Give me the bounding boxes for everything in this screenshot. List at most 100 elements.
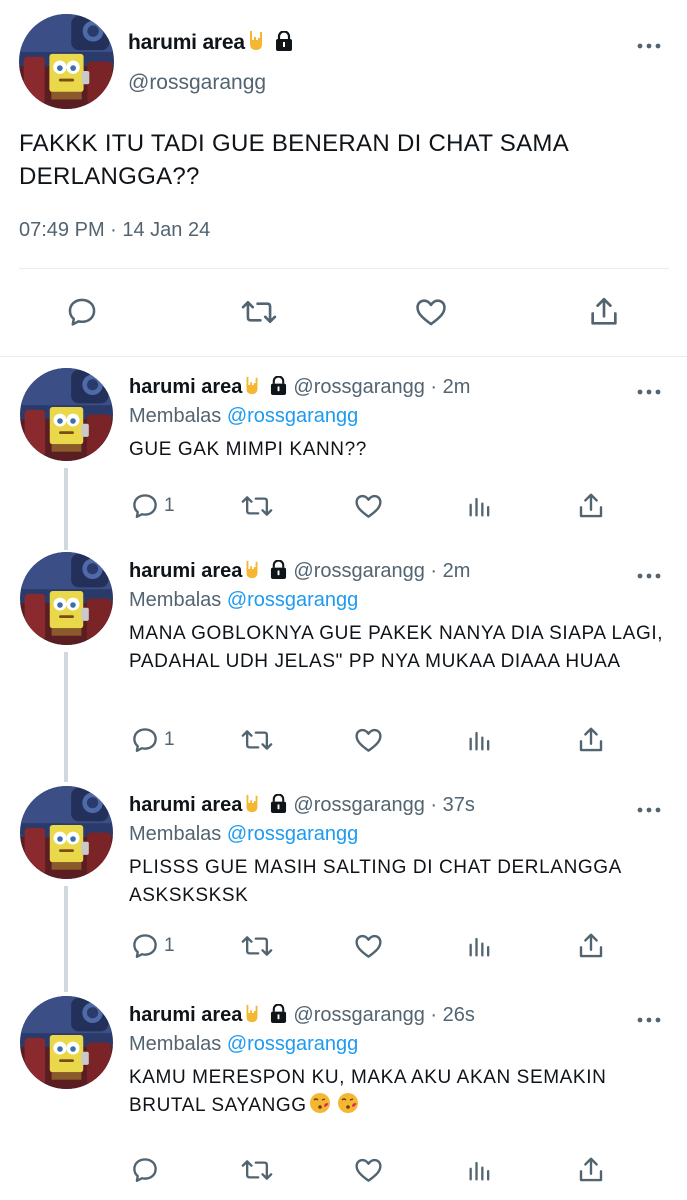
tweet-text: PLISSS GUE MASIH SALTING DI CHAT DERLANG… [129,857,621,906]
reply-button[interactable]: 1 [130,488,175,524]
tweet-text-body: KAMU MERESPON KU, MAKA AKU AKAN SEMAKIN … [129,1067,607,1116]
analytics-icon[interactable] [466,722,494,758]
tweet-actions: 1 [0,488,687,524]
replying-prefix: Membalas [129,1033,227,1055]
relative-time[interactable]: 2m [443,560,471,582]
replying-prefix: Membalas [129,823,227,845]
replying-to: Membalas @rossgarangg [129,1033,358,1056]
display-name[interactable]: harumi area [129,1004,242,1026]
display-name[interactable]: harumi area [129,794,242,816]
share-icon[interactable] [576,928,606,964]
lock-icon [275,30,293,57]
like-icon[interactable] [353,928,384,964]
horns-emoji-icon [242,792,262,820]
reply-tweet[interactable]: harumi area @rossgarangg · 2m Membalas @r… [0,552,687,772]
avatar[interactable] [20,552,113,645]
reply-tweet[interactable]: harumi area @rossgarangg · 37s Membalas @… [0,786,687,978]
tweet-text: KAMU MERESPON KU, MAKA AKU AKAN SEMAKIN … [129,1064,674,1123]
more-options-icon[interactable] [637,568,661,586]
retweet-icon[interactable] [241,488,273,524]
relative-time[interactable]: 37s [443,794,475,816]
reply-header: harumi area @rossgarangg · 37s [129,792,475,820]
kissing-face-emoji-icon [337,1092,359,1123]
horns-emoji-icon [245,28,267,58]
retweet-icon[interactable] [241,1152,273,1188]
lock-icon [270,793,287,819]
separator-dot: · [424,560,443,582]
relative-time[interactable]: 2m [443,376,471,398]
lock-icon [270,375,287,401]
analytics-icon[interactable] [466,488,494,524]
replying-prefix: Membalas [129,589,227,611]
replying-to-link[interactable]: @rossgarangg [227,405,358,427]
share-icon[interactable] [576,488,606,524]
display-name[interactable]: harumi area [128,28,293,58]
reply-icon[interactable] [60,290,104,334]
like-icon[interactable] [353,488,384,524]
separator-dot: · [424,1004,443,1026]
like-icon[interactable] [353,1152,384,1188]
reply-button[interactable]: 1 [130,722,175,758]
display-name[interactable]: harumi area [129,376,242,398]
analytics-icon[interactable] [466,928,494,964]
more-options-icon[interactable] [637,384,661,402]
reply-button[interactable]: 1 [130,928,175,964]
retweet-icon[interactable] [241,928,273,964]
reply-icon[interactable] [130,1152,164,1188]
display-name-text: harumi area [128,31,245,54]
share-icon[interactable] [576,722,606,758]
tweet-text: GUE GAK MIMPI KANN?? [129,439,367,460]
lock-icon [270,1003,287,1029]
handle[interactable]: @rossgarangg [293,794,424,816]
display-name[interactable]: harumi area [129,560,242,582]
replying-to: Membalas @rossgarangg [129,823,358,846]
handle[interactable]: @rossgarangg [293,560,424,582]
more-options-icon[interactable] [637,802,661,820]
tweet-actions [0,1152,687,1188]
avatar[interactable] [19,14,114,109]
handle[interactable]: @rossgarangg [293,1004,424,1026]
more-options-icon[interactable] [637,1012,661,1030]
lock-icon [270,559,287,585]
reply-icon [133,494,157,519]
tweet-actions: 1 [0,722,687,758]
replying-to-link[interactable]: @rossgarangg [227,1033,358,1055]
section-divider [0,356,687,357]
reply-tweet[interactable]: harumi area @rossgarangg · 26s Membalas @… [0,996,687,1196]
reply-icon [133,728,157,753]
handle[interactable]: @rossgarangg [293,376,424,398]
replying-prefix: Membalas [129,405,227,427]
like-icon[interactable] [353,722,384,758]
share-icon[interactable] [582,290,626,334]
reply-count: 1 [164,495,175,516]
replying-to-link[interactable]: @rossgarangg [227,823,358,845]
reply-count: 1 [164,729,175,750]
avatar[interactable] [20,786,113,879]
share-icon[interactable] [576,1152,606,1188]
avatar[interactable] [20,996,113,1089]
reply-header: harumi area @rossgarangg · 2m [129,558,470,586]
main-tweet: harumi area @rossgarangg FAKKK ITU TADI … [0,0,687,356]
reply-icon [133,934,157,959]
retweet-icon[interactable] [237,290,281,334]
like-icon[interactable] [409,290,453,334]
reply-tweet[interactable]: harumi area @rossgarangg · 2m Membalas @r… [0,368,687,538]
tweet-actions: 1 [0,928,687,964]
horns-emoji-icon [242,558,262,586]
replying-to-link[interactable]: @rossgarangg [227,589,358,611]
handle[interactable]: @rossgarangg [128,71,266,95]
analytics-icon[interactable] [466,1152,494,1188]
divider [19,268,669,269]
more-options-icon[interactable] [637,38,661,56]
avatar[interactable] [20,368,113,461]
replying-to: Membalas @rossgarangg [129,589,358,612]
separator-dot: · [424,376,443,398]
relative-time[interactable]: 26s [443,1004,475,1026]
reply-header: harumi area @rossgarangg · 2m [129,374,470,402]
retweet-icon[interactable] [241,722,273,758]
tweet-text: MANA GOBLOKNYA GUE PAKEK NANYA DIA SIAPA… [129,623,664,672]
horns-emoji-icon [242,1002,262,1030]
tweet-text: FAKKK ITU TADI GUE BENERAN DI CHAT SAMA … [19,130,568,190]
kissing-face-emoji-icon [309,1092,331,1123]
timestamp[interactable]: 07:49 PM · 14 Jan 24 [19,219,210,242]
